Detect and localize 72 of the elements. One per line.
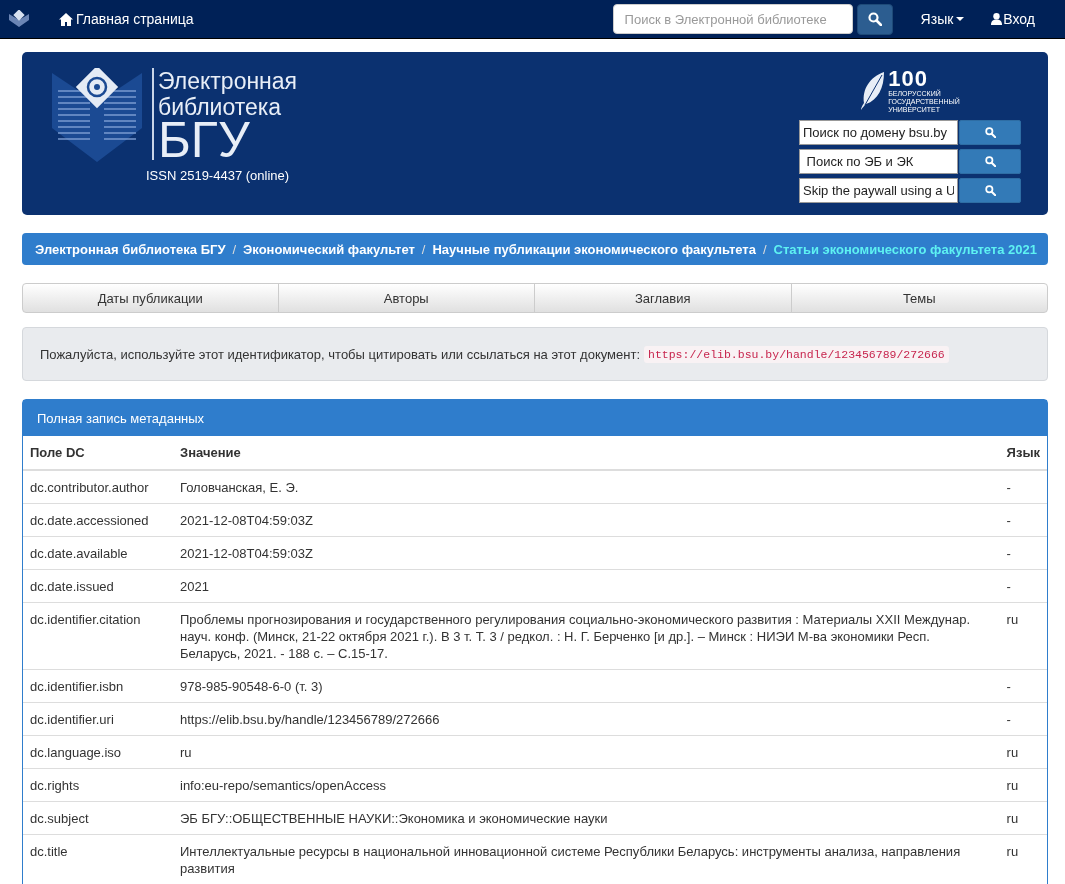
feather-icon: [860, 71, 887, 111]
citation-text: Пожалуйста, используйте этот идентификатор, чтобы цитировать или ссылаться на этот документ:: [40, 346, 640, 362]
book-logo-icon: [50, 68, 144, 163]
table-cell: dc.identifier.citation: [23, 602, 173, 670]
table-cell: info:eu-repo/semantics/openAccess: [173, 768, 1000, 802]
anniversary-number: 100: [888, 68, 928, 90]
logo-text: Электронная: [158, 68, 298, 94]
table-cell: dc.subject: [23, 801, 173, 835]
search-icon: [984, 127, 996, 138]
search-field[interactable]: Поиск в Электронной библиотеке: [612, 4, 853, 34]
table-cell: dc.language.iso: [23, 735, 173, 769]
browse-tab[interactable]: Темы: [790, 283, 1048, 313]
breadcrumb-separator: /: [232, 241, 237, 257]
search-icon: [984, 185, 996, 196]
breadcrumb-link[interactable]: Научные публикации экономического факультета: [432, 241, 756, 257]
table-cell: dc.date.issued: [23, 569, 173, 603]
table-cell: -: [999, 702, 1047, 736]
table-cell: 2021: [173, 569, 1000, 603]
table-cell: -: [999, 503, 1047, 537]
language-menu[interactable]: Язык: [920, 11, 965, 27]
breadcrumb-separator: /: [762, 241, 767, 257]
caret-icon: [956, 17, 965, 21]
logo-icon[interactable]: [8, 10, 30, 28]
search-field[interactable]: Skip the paywall using a U: [799, 178, 958, 203]
search-field[interactable]: Поиск по домену bsu.by: [799, 120, 958, 145]
home-icon: [59, 12, 73, 26]
login-link[interactable]: Вход: [991, 11, 1035, 27]
column-header: Язык: [999, 436, 1047, 470]
search-field[interactable]: Поиск по ЭБ и ЭК: [799, 149, 958, 174]
panel-title: Полная запись метаданных: [23, 400, 1047, 436]
home-link[interactable]: Главная страница: [59, 11, 194, 27]
table-cell: dc.contributor.author: [23, 470, 173, 504]
table-cell: ru: [173, 735, 1000, 769]
table-cell: 978-985-90548-6-0 (т. 3): [173, 669, 1000, 703]
breadcrumb-separator: /: [421, 241, 426, 257]
user-icon: [991, 13, 1003, 25]
search-icon: [984, 156, 996, 167]
table-cell: -: [999, 470, 1047, 504]
handle-code: https://elib.bsu.by/handle/123456789/272666: [644, 345, 949, 363]
table-cell: Интеллектуальные ресурсы в национальной инновационной системе Республики Беларусь: инструменты анализа, направления развития: [173, 834, 1000, 884]
table-cell: dc.identifier.isbn: [23, 669, 173, 703]
search-button[interactable]: [856, 3, 893, 35]
table-cell: dc.rights: [23, 768, 173, 802]
table-cell: -: [999, 669, 1047, 703]
table-cell: https://elib.bsu.by/handle/123456789/272666: [173, 702, 1000, 736]
table-cell: 2021-12-08T04:59:03Z: [173, 503, 1000, 537]
table-cell: ru: [999, 834, 1047, 884]
table-cell: ru: [999, 801, 1047, 835]
breadcrumb-link[interactable]: Экономический факультет: [243, 241, 415, 257]
table-cell: dc.title: [23, 834, 173, 884]
table-cell: ru: [999, 735, 1047, 769]
logo-text: библиотека: [158, 94, 283, 120]
column-header: Поле DC: [23, 436, 173, 470]
table-cell: -: [999, 536, 1047, 570]
table-cell: 2021-12-08T04:59:03Z: [173, 536, 1000, 570]
browse-tab[interactable]: Заглавия: [534, 283, 792, 313]
table-cell: ru: [999, 768, 1047, 802]
table-cell: dc.date.accessioned: [23, 503, 173, 537]
issn-text: ISSN 2519-4437 (online): [146, 168, 291, 183]
table-cell: dc.identifier.uri: [23, 702, 173, 736]
table-cell: dc.date.available: [23, 536, 173, 570]
search-icon: [867, 12, 882, 26]
breadcrumb-link[interactable]: Электронная библиотека БГУ: [35, 241, 226, 257]
table-cell: ru: [999, 602, 1047, 670]
table-cell: ЭБ БГУ::ОБЩЕСТВЕННЫЕ НАУКИ::Экономика и экономические науки: [173, 801, 1000, 835]
browse-tab[interactable]: Даты публикации: [22, 283, 279, 313]
table-cell: Проблемы прогнозирования и государственного регулирования социально-экономического развития : Материалы XXII Междунар. науч. конф. (Минск, 21-22 октября 2021 г.). В 3 т. Т. 3 / редкол. : Н. Г. Берченко [и др.]. – Минск : НИЭИ М-ва экономики Респ. Беларусь, 2021. - 188 с. – С.15-17.: [173, 602, 1000, 670]
column-header: Значение: [173, 436, 1000, 470]
table-cell: -: [999, 569, 1047, 603]
table-cell: Головчанская, Е. Э.: [173, 470, 1000, 504]
logo-text: БГУ: [158, 120, 250, 160]
browse-tab[interactable]: Авторы: [277, 283, 535, 313]
